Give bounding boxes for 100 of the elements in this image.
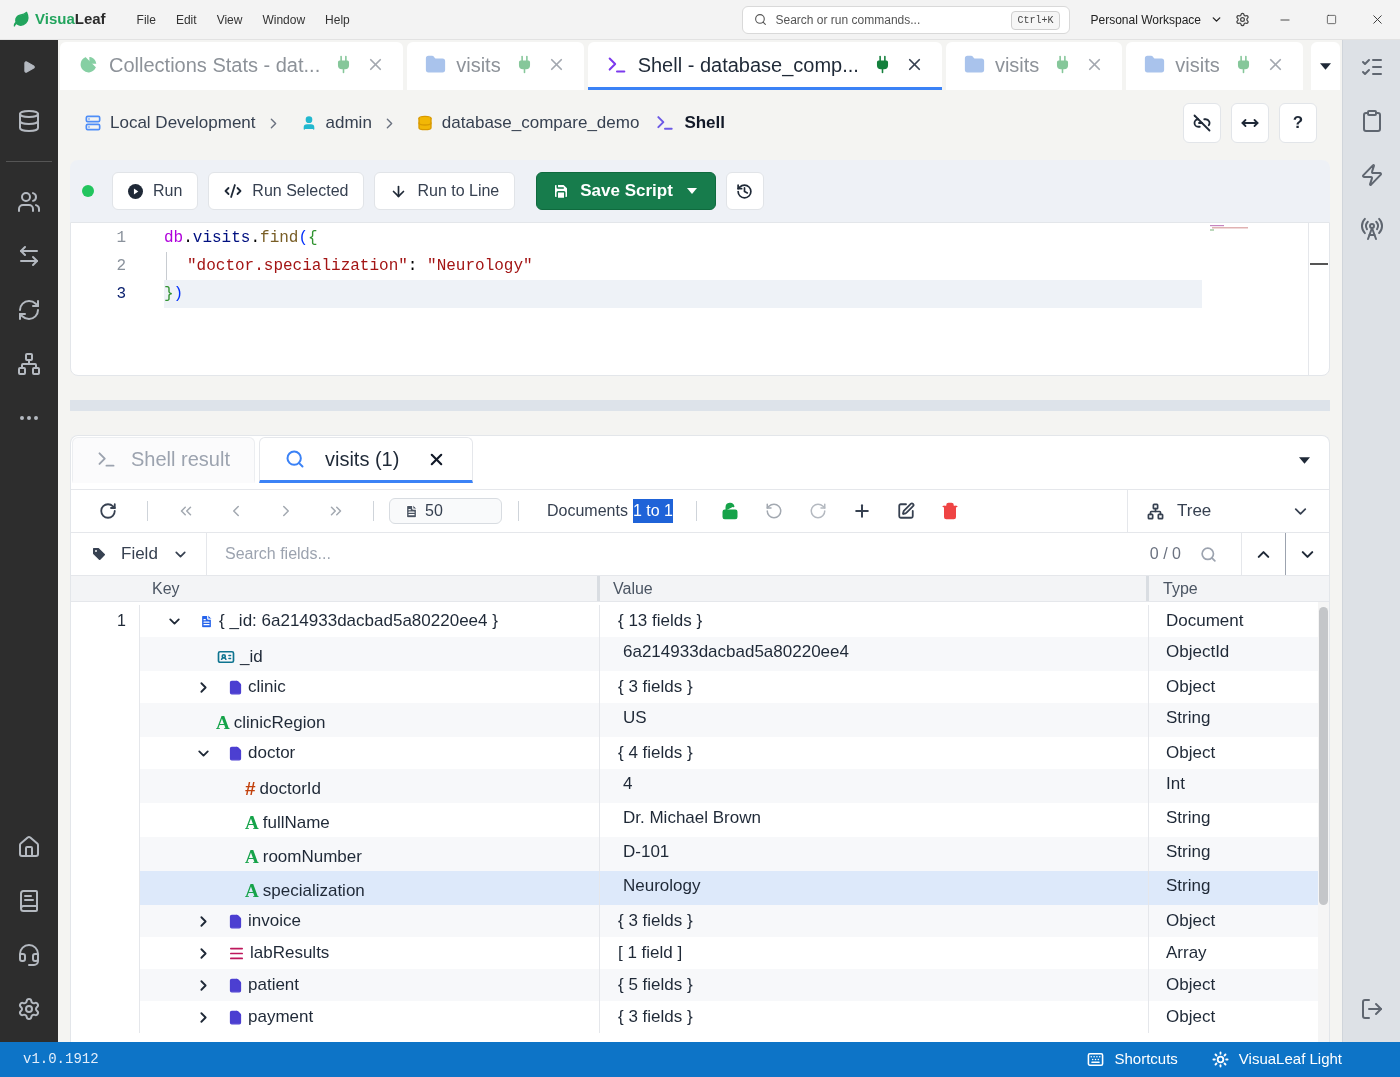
leaf-logo-icon	[13, 11, 30, 28]
unlocked-padlock-icon[interactable]	[720, 502, 739, 520]
tree-row[interactable]: _id 6a214933dacbad5a80220ee4 ObjectId	[140, 637, 1318, 671]
menu-item[interactable]: Help	[325, 10, 350, 29]
headset-icon[interactable]	[17, 943, 41, 967]
database-icon[interactable]	[17, 109, 41, 133]
breadcrumb-item[interactable]: Local Development	[85, 110, 256, 136]
users-icon[interactable]	[17, 190, 41, 214]
field-key: clinicRegion	[233, 709, 326, 736]
history-icon	[736, 182, 754, 200]
field-key: fullName	[262, 809, 330, 836]
result-tab[interactable]: visits (1)	[258, 437, 474, 483]
tab-overflow-button[interactable]	[1310, 42, 1340, 90]
editor-tab[interactable]: Shell - database_comp...	[587, 42, 942, 90]
field-type: Object	[1166, 974, 1216, 997]
tree-row[interactable]: patient { 5 fields } Object	[140, 969, 1318, 1001]
app-name: VisuaLeaf	[35, 9, 106, 30]
string-type-glyph: A	[245, 813, 259, 832]
page-size-field[interactable]: 50	[389, 498, 502, 524]
settings-icon[interactable]	[1235, 12, 1250, 27]
status-bar-item[interactable]: VisuaLeaf Light	[1211, 1048, 1342, 1071]
document-icon	[228, 912, 243, 930]
expand-width-button[interactable]	[1231, 103, 1269, 143]
field-value: 6a214933dacbad5a80220ee4	[623, 640, 849, 663]
caret-down-icon[interactable]	[1319, 62, 1331, 70]
field-value: US	[623, 706, 647, 729]
hierarchy-icon[interactable]	[17, 352, 41, 376]
document-icon	[199, 612, 214, 630]
line-number: 3	[115, 284, 127, 305]
database-icon	[416, 115, 433, 131]
code-icon	[224, 182, 243, 200]
play-icon[interactable]	[22, 60, 36, 74]
string-type-glyph: A	[245, 847, 259, 866]
tree-row[interactable]: A roomNumber D-101 String	[140, 837, 1318, 871]
arrows-left-right-icon[interactable]	[17, 244, 41, 268]
edit-icon[interactable]	[896, 502, 915, 520]
code-line: })	[164, 284, 184, 305]
column-header: Value	[613, 578, 653, 599]
field-key: clinic	[248, 674, 286, 700]
workspace-selector[interactable]: Personal Workspace	[1090, 10, 1223, 29]
refresh-icon[interactable]	[99, 502, 117, 520]
field-key: doctor	[248, 740, 296, 766]
status-bar-item[interactable]: Shortcuts	[1087, 1048, 1178, 1071]
menu-item[interactable]: Window	[262, 10, 306, 29]
view-mode-select[interactable]: Tree	[1127, 490, 1329, 532]
column-header: Key	[152, 578, 180, 599]
field-key: specialization	[262, 877, 365, 904]
search-fields-input[interactable]: Search fields...	[207, 533, 1150, 575]
toolbar-button[interactable]: Run	[112, 172, 199, 210]
refresh-icon[interactable]	[17, 298, 41, 322]
toolbar-button[interactable]: Run Selected	[208, 172, 365, 210]
menu-item[interactable]: View	[216, 10, 243, 29]
code-line: "doctor.specialization": "Neurology"	[187, 256, 533, 277]
field-type: Int	[1166, 772, 1185, 795]
folder-icon	[425, 54, 447, 75]
version-label: v1.0.1912	[23, 1050, 99, 1069]
history-button[interactable]	[725, 172, 764, 210]
field-value: { 13 fields }	[618, 610, 703, 633]
tree-row[interactable]: # doctorId 4 Int	[140, 769, 1318, 803]
row-number: 1	[117, 611, 126, 631]
hierarchy-icon	[1147, 502, 1164, 520]
play-circle-icon	[128, 183, 143, 199]
home-icon[interactable]	[17, 835, 41, 859]
field-key: payment	[248, 1004, 314, 1030]
toolbar-button[interactable]: Run to Line	[374, 172, 516, 210]
caret-down-icon[interactable]	[1299, 456, 1310, 464]
string-type-glyph: A	[216, 713, 230, 732]
tree-row[interactable]: A clinicRegion US String	[140, 703, 1318, 737]
document-icon	[228, 744, 243, 762]
folder-icon	[1144, 54, 1166, 75]
field-key: patient	[248, 972, 300, 998]
breadcrumb-item[interactable]: Shell	[655, 110, 725, 136]
lightning-icon[interactable]	[1359, 163, 1384, 187]
field-select[interactable]: Field	[71, 533, 207, 575]
logout-icon[interactable]	[1359, 997, 1384, 1021]
field-value: { 3 fields }	[618, 1006, 693, 1029]
menu-item[interactable]: Edit	[175, 10, 197, 29]
field-type: ObjectId	[1166, 640, 1230, 663]
tag-icon	[91, 546, 107, 562]
maximize-icon[interactable]	[1325, 14, 1337, 25]
keyboard-icon	[1087, 1051, 1105, 1068]
save-script-button[interactable]: Save Script	[536, 172, 716, 210]
settings-icon[interactable]	[17, 997, 41, 1021]
column-header: Type	[1163, 578, 1198, 599]
help-button[interactable]: ?	[1279, 103, 1317, 143]
trash-icon[interactable]	[940, 502, 959, 520]
menu-item[interactable]: File	[136, 10, 156, 29]
unlink-button[interactable]	[1183, 103, 1221, 143]
tree-row[interactable]: invoice { 3 fields } Object	[140, 905, 1318, 937]
field-key: invoice	[248, 908, 301, 934]
field-value: Neurology	[623, 874, 701, 897]
book-icon[interactable]	[17, 889, 41, 913]
field-type: String	[1166, 806, 1211, 829]
code-editor[interactable]: 1 db.visits.find({ 2 "doctor.specialization": "Neurology" 3 })	[70, 222, 1330, 376]
scrollbar-thumb[interactable]	[1319, 607, 1328, 905]
pie-chart-icon	[78, 54, 99, 75]
breadcrumb-item[interactable]: admin	[300, 110, 372, 136]
tree-row[interactable]: A specialization Neurology String	[140, 871, 1318, 905]
breadcrumb-item[interactable]: database_compare_demo	[416, 110, 640, 136]
radio-tower-icon[interactable]	[1359, 217, 1384, 241]
